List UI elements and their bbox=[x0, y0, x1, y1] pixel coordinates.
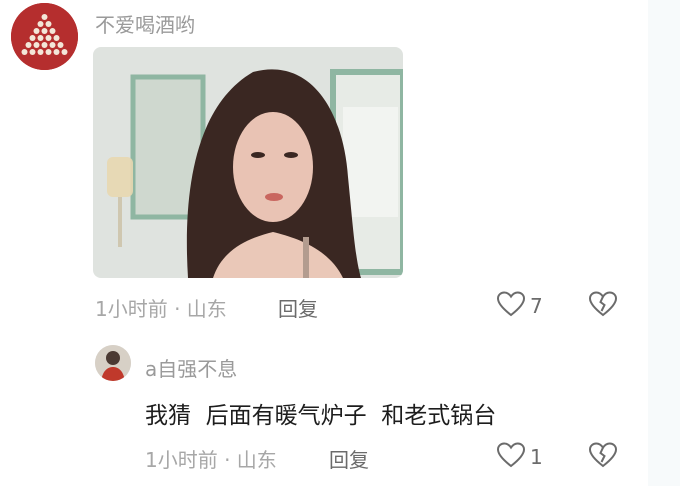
reply-username[interactable]: a自强不息 bbox=[145, 353, 237, 382]
avatar[interactable] bbox=[11, 3, 78, 70]
reply-like-count: 1 bbox=[530, 445, 543, 469]
comment-photo[interactable] bbox=[93, 47, 403, 278]
reply-text: 我猜 后面有暖气炉子 和老式锅台 bbox=[145, 403, 497, 429]
broken-heart-icon bbox=[588, 291, 618, 322]
username[interactable]: 不爱喝酒哟 bbox=[95, 9, 195, 38]
heart-icon bbox=[496, 290, 526, 322]
comment-time-location: 1小时前 · 山东 bbox=[95, 297, 227, 321]
reply-time-location: 1小时前 · 山东 bbox=[145, 448, 277, 472]
reply-button[interactable]: 回复 bbox=[278, 293, 318, 322]
side-strip bbox=[648, 0, 680, 486]
comment-thread: 不爱喝酒哟 1小时前 · 山东 回复 7 a自强不息 我猜 后面有暖气炉子 和老… bbox=[0, 0, 680, 486]
reply-like-button[interactable]: 1 bbox=[496, 441, 543, 473]
like-count: 7 bbox=[530, 294, 543, 318]
reply-reply-button[interactable]: 回复 bbox=[329, 444, 369, 473]
reply-avatar[interactable] bbox=[95, 345, 131, 381]
broken-heart-icon bbox=[588, 442, 618, 473]
reply-dislike-button[interactable] bbox=[588, 441, 618, 473]
heart-icon bbox=[496, 441, 526, 473]
dislike-button[interactable] bbox=[588, 290, 618, 322]
like-button[interactable]: 7 bbox=[496, 290, 543, 322]
